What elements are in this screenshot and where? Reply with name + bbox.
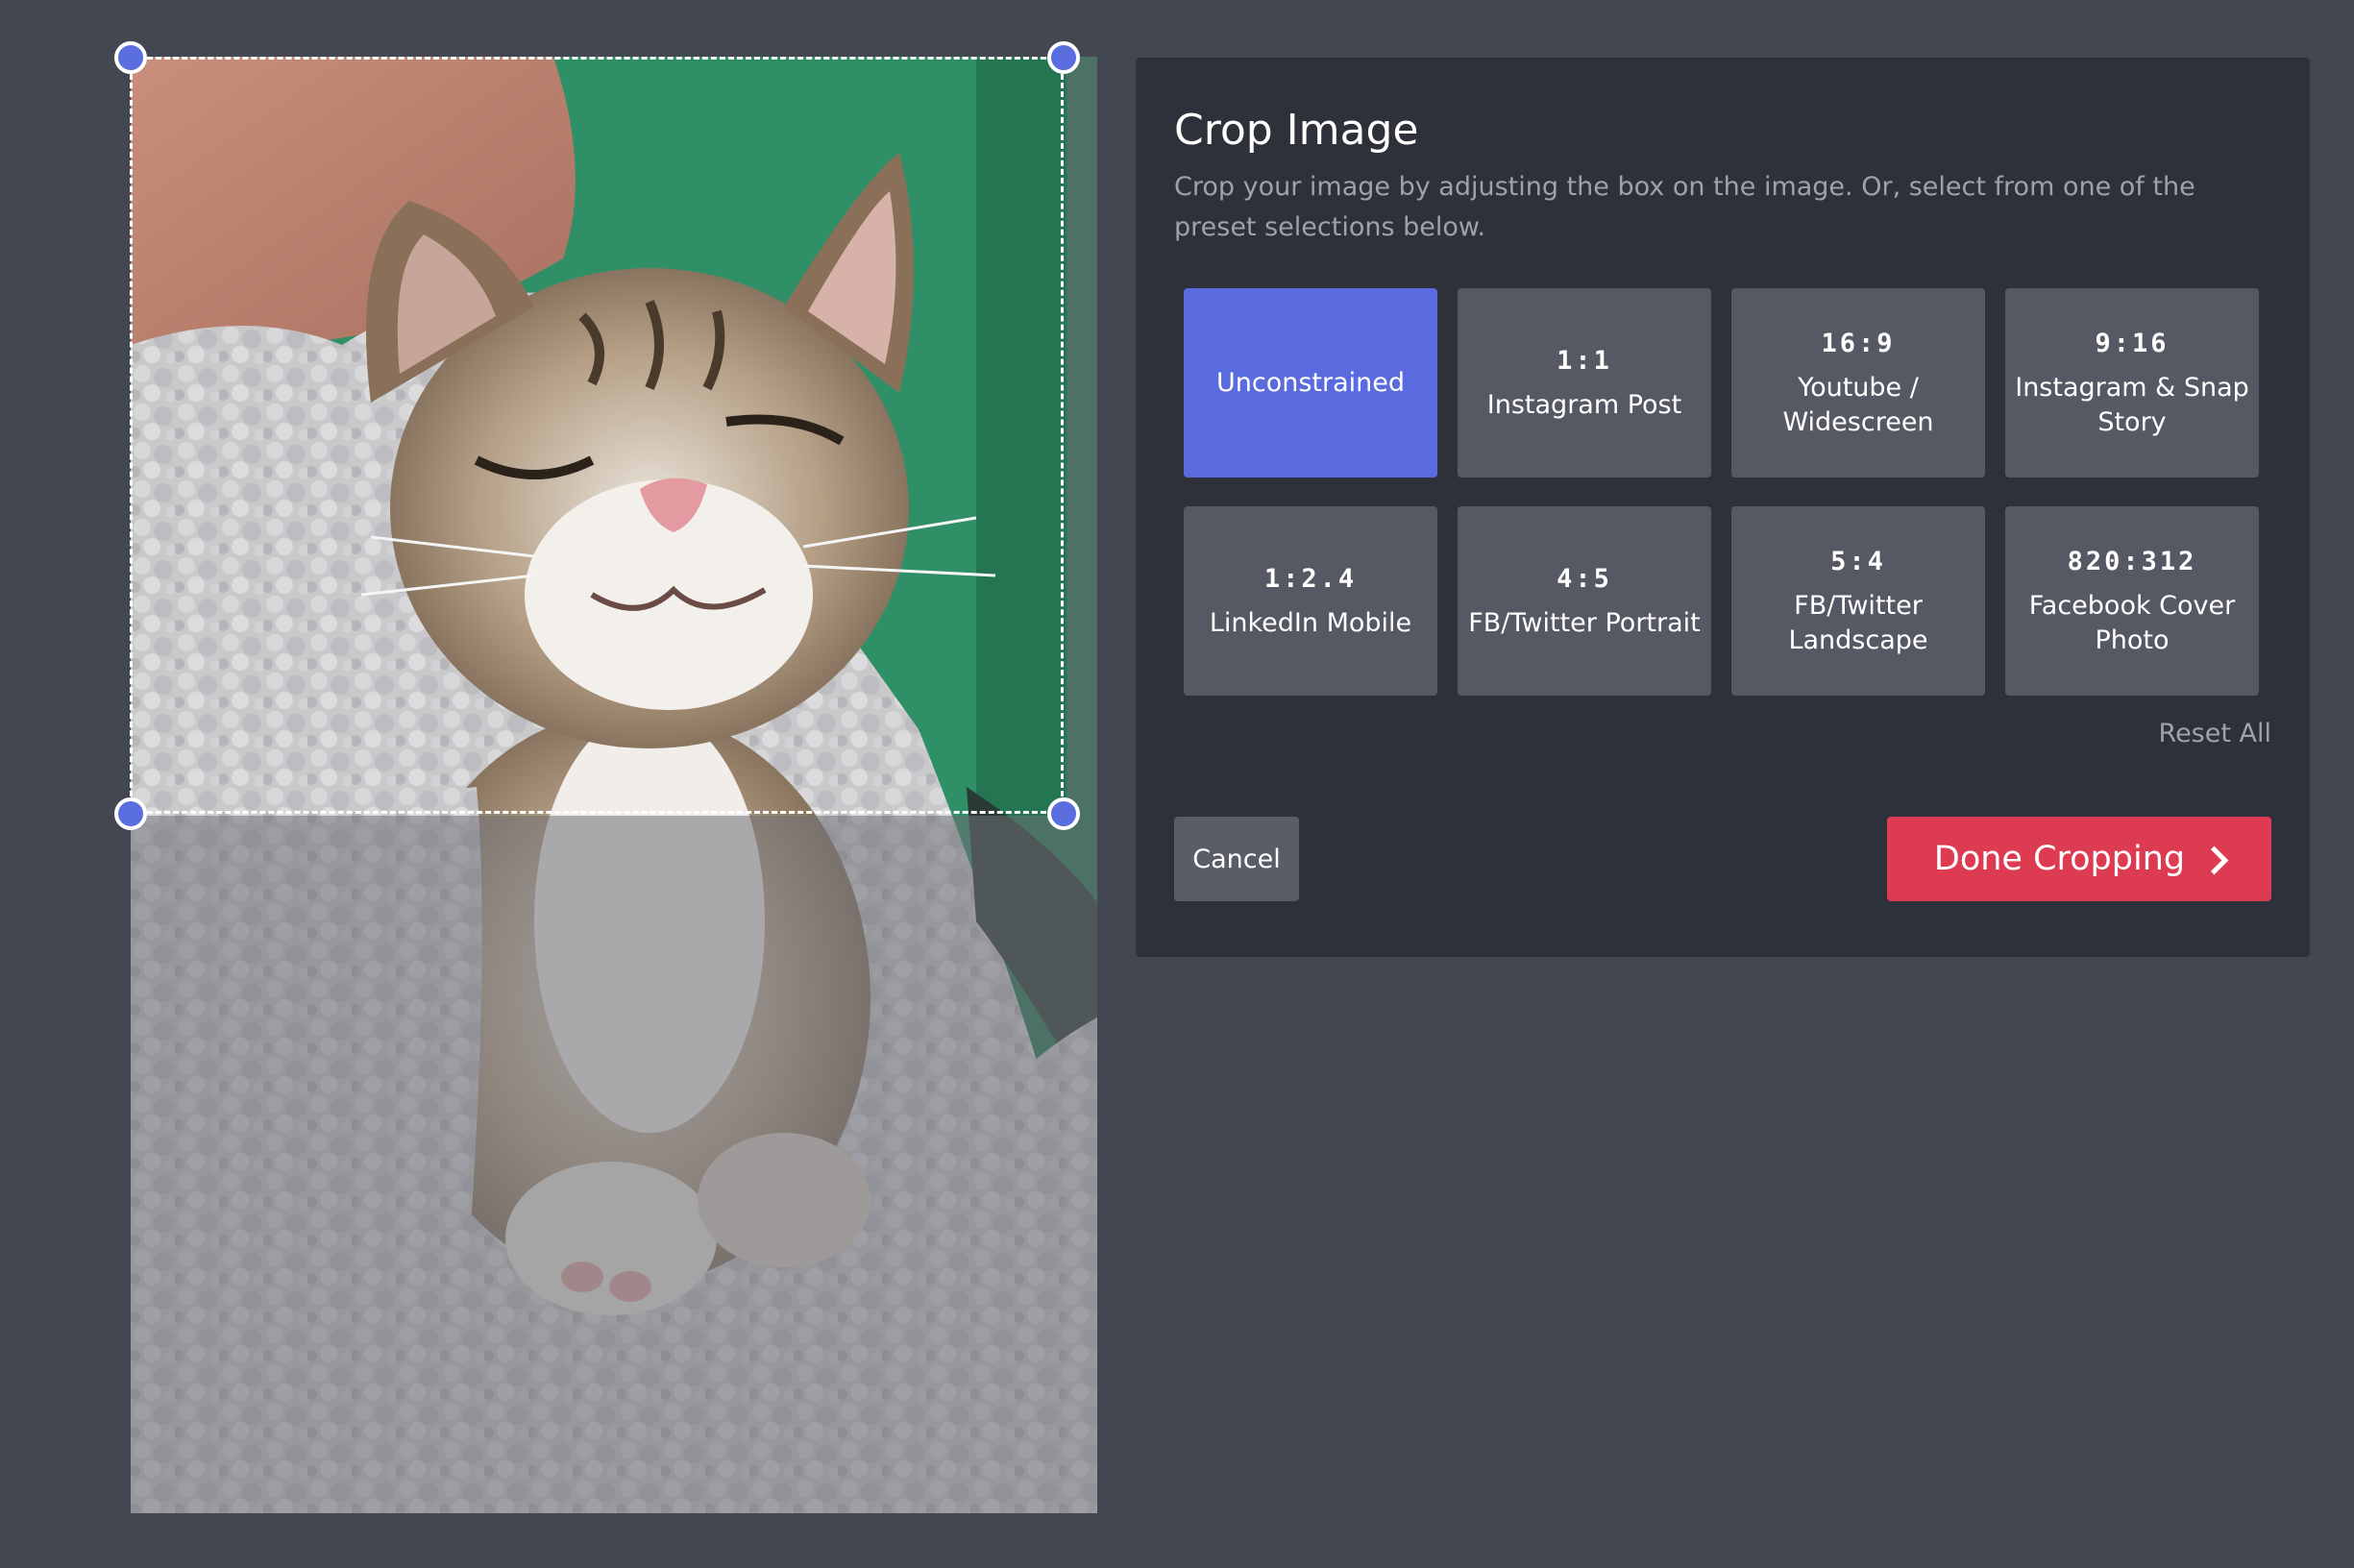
preset-ratio: 4:5 [1557, 563, 1612, 594]
crop-outside-overlay-right [1067, 57, 1097, 816]
crop-panel: Crop Image Crop your image by adjusting … [1136, 58, 2310, 957]
preset-820-312[interactable]: 820:312 Facebook Cover Photo [2005, 506, 2259, 696]
crop-selection-box[interactable] [130, 57, 1064, 814]
preset-ratio: 5:4 [1830, 546, 1886, 576]
chevron-right-icon [2199, 845, 2229, 874]
preset-ratio: 820:312 [2067, 546, 2197, 576]
crop-outside-overlay-bottom [131, 816, 1097, 1513]
preset-label: Unconstrained [1215, 367, 1405, 398]
preset-label: Instagram & Snap Story [2015, 372, 2249, 437]
preset-ratio: 1:1 [1557, 345, 1612, 376]
preset-1-2-4[interactable]: 1:2.4 LinkedIn Mobile [1184, 506, 1437, 696]
preset-label: Youtube / Widescreen [1782, 372, 1934, 437]
reset-all-link[interactable]: Reset All [2159, 719, 2271, 748]
crop-handle-top-left[interactable] [114, 41, 147, 74]
preset-ratio: 9:16 [2095, 328, 2170, 358]
preset-label: FB/Twitter Portrait [1468, 607, 1701, 638]
crop-handle-top-right[interactable] [1047, 41, 1080, 74]
preset-4-5[interactable]: 4:5 FB/Twitter Portrait [1458, 506, 1711, 696]
preset-1-1[interactable]: 1:1 Instagram Post [1458, 288, 1711, 478]
preset-label: Instagram Post [1486, 389, 1682, 420]
preset-label: Facebook Cover Photo [2028, 590, 2236, 655]
done-cropping-button[interactable]: Done Cropping [1887, 817, 2271, 901]
cancel-button[interactable]: Cancel [1174, 817, 1299, 901]
crop-handle-bottom-right[interactable] [1047, 797, 1080, 830]
panel-title: Crop Image [1174, 106, 1419, 155]
preset-ratio: 1:2.4 [1263, 563, 1358, 594]
preset-unconstrained[interactable]: Unconstrained [1184, 288, 1437, 478]
preset-5-4[interactable]: 5:4 FB/Twitter Landscape [1731, 506, 1985, 696]
preset-ratio: 16:9 [1821, 328, 1896, 358]
panel-description: Crop your image by adjusting the box on … [1174, 172, 2195, 242]
crop-handle-bottom-left[interactable] [114, 797, 147, 830]
preset-grid: Unconstrained 1:1 Instagram Post 16:9 Yo… [1184, 288, 2259, 696]
preset-label: LinkedIn Mobile [1209, 607, 1412, 638]
preset-16-9[interactable]: 16:9 Youtube / Widescreen [1731, 288, 1985, 478]
done-cropping-label: Done Cropping [1933, 840, 2186, 878]
preset-9-16[interactable]: 9:16 Instagram & Snap Story [2005, 288, 2259, 478]
preset-label: FB/Twitter Landscape [1788, 590, 1928, 655]
